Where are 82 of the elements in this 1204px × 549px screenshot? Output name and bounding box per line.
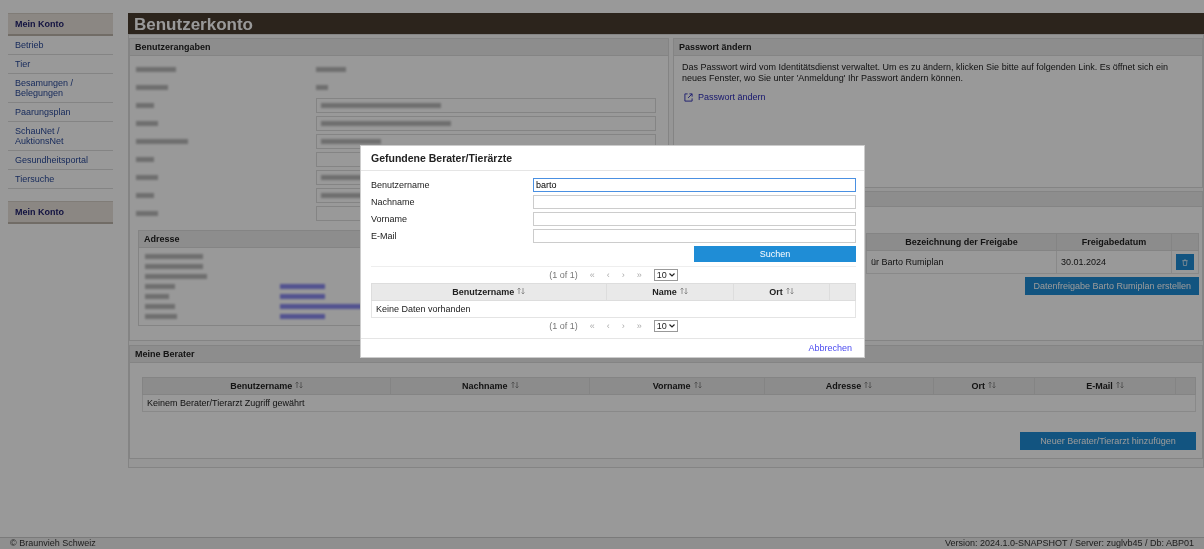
- create-release-button[interactable]: Datenfreigabe Barto Rumiplan erstellen: [1025, 277, 1199, 295]
- column-header[interactable]: Adresse: [764, 377, 934, 395]
- rows-per-page-select[interactable]: 10: [653, 320, 678, 332]
- input-field[interactable]: [533, 211, 856, 226]
- sort-icon[interactable]: [785, 287, 794, 295]
- redacted-text: [145, 254, 203, 259]
- redacted-label: [136, 192, 154, 198]
- redacted-label: [136, 174, 158, 180]
- redacted-value: [316, 66, 346, 72]
- column-header: Bezeichnung der Freigabe: [866, 233, 1057, 251]
- panel-title: Benutzerangaben: [130, 39, 668, 56]
- sort-icon[interactable]: [1115, 381, 1124, 389]
- redacted-label: [136, 156, 154, 162]
- sort-icon[interactable]: [679, 287, 688, 295]
- redacted-text: [145, 294, 169, 299]
- rows-per-page-select[interactable]: 10: [653, 269, 678, 281]
- input-field[interactable]: [533, 228, 856, 243]
- sort-icon[interactable]: [988, 381, 997, 389]
- column-header[interactable]: Name: [606, 283, 734, 301]
- redacted-text: [145, 304, 175, 309]
- redacted-label: [136, 66, 176, 72]
- caret-icon: [668, 324, 675, 328]
- empty-message: Keine Daten vorhanden: [371, 300, 856, 318]
- field-label: Nachname: [371, 196, 416, 207]
- page-status: (1 of 1): [549, 321, 578, 331]
- redacted-label: [136, 102, 154, 108]
- first-page-button[interactable]: «: [589, 270, 595, 280]
- page-title: Benutzerkonto: [128, 13, 1204, 34]
- column-header[interactable]: Ort: [933, 377, 1035, 395]
- search-button[interactable]: Suchen: [694, 246, 856, 262]
- table-cell: ür Barto Rumiplan: [866, 250, 1057, 274]
- change-password-link[interactable]: Passwort ändern: [684, 92, 766, 102]
- sidebar-section-title[interactable]: Mein Konto: [8, 201, 113, 224]
- redacted-label: [136, 84, 168, 90]
- sidebar-item[interactable]: Gesundheitsportal: [8, 151, 113, 170]
- dialog-title: Gefundene Berater/Tierärzte: [361, 146, 864, 171]
- external-link-icon: [684, 92, 693, 102]
- column-header[interactable]: Ort: [733, 283, 830, 301]
- column-header[interactable]: E-Mail: [1034, 377, 1176, 395]
- field-label: Vorname: [371, 213, 409, 224]
- redacted-label: [136, 120, 158, 126]
- password-info-text: Das Passwort wird vom Identitätsdienst verwaltet. Um es zu ändern, klicken Sie bitte auf folgenden Link. Es öffnet sich ein neues Fenster, wo Sie unter 'Anmeldung' Ihr Passwort ändern können.: [682, 62, 1170, 84]
- column-header[interactable]: Benutzername: [371, 283, 607, 301]
- version-text: Version: 2024.1.0-SNAPSHOT / Server: zuglvb45 / Db: ABP01: [945, 538, 1194, 549]
- sort-icon[interactable]: [517, 287, 526, 295]
- sidebar-section-title[interactable]: Mein Konto: [8, 13, 113, 36]
- input-field[interactable]: [533, 194, 856, 209]
- sidebar-item[interactable]: Paarungsplan: [8, 103, 113, 122]
- column-header: Freigabedatum: [1056, 233, 1172, 251]
- redacted-label: [136, 138, 188, 144]
- sidebar-item[interactable]: Besamungen / Belegungen: [8, 74, 113, 103]
- redacted-text: [145, 314, 177, 319]
- column-header[interactable]: Vorname: [589, 377, 765, 395]
- sort-icon[interactable]: [295, 381, 304, 389]
- redacted-text: [145, 264, 203, 269]
- panel-title: Passwort ändern: [674, 39, 1202, 56]
- column-header[interactable]: Benutzername: [142, 377, 391, 395]
- page-status: (1 of 1): [549, 270, 578, 280]
- input-field[interactable]: barto: [533, 177, 856, 192]
- trash-icon: [1182, 257, 1188, 267]
- cancel-link[interactable]: Abbrechen: [808, 343, 852, 353]
- field-label: E-Mail: [371, 230, 398, 241]
- empty-message: Keinem Berater/Tierarzt Zugriff gewährt: [142, 394, 1196, 412]
- sidebar-item[interactable]: Tier: [8, 55, 113, 74]
- sort-icon[interactable]: [693, 381, 702, 389]
- sidebar-item[interactable]: Tiersuche: [8, 170, 113, 189]
- redacted-label: [136, 210, 158, 216]
- field-label: Benutzername: [371, 179, 431, 190]
- sort-icon[interactable]: [864, 381, 873, 389]
- sort-icon[interactable]: [510, 381, 519, 389]
- redacted-value: [316, 84, 328, 90]
- delete-button[interactable]: [1176, 254, 1194, 270]
- sidebar-item[interactable]: Betrieb: [8, 36, 113, 55]
- add-advisor-button[interactable]: Neuer Berater/Tierarzt hinzufügen: [1020, 432, 1196, 450]
- table-cell: 30.01.2024: [1056, 250, 1172, 274]
- redacted-text: [145, 284, 175, 289]
- sidebar-item[interactable]: SchauNet / AuktionsNet: [8, 122, 113, 151]
- caret-icon: [668, 273, 675, 277]
- copyright-text: © Braunvieh Schweiz: [10, 538, 96, 549]
- redacted-text: [145, 274, 207, 279]
- column-header[interactable]: Nachname: [391, 377, 590, 395]
- first-page-button[interactable]: «: [589, 321, 595, 331]
